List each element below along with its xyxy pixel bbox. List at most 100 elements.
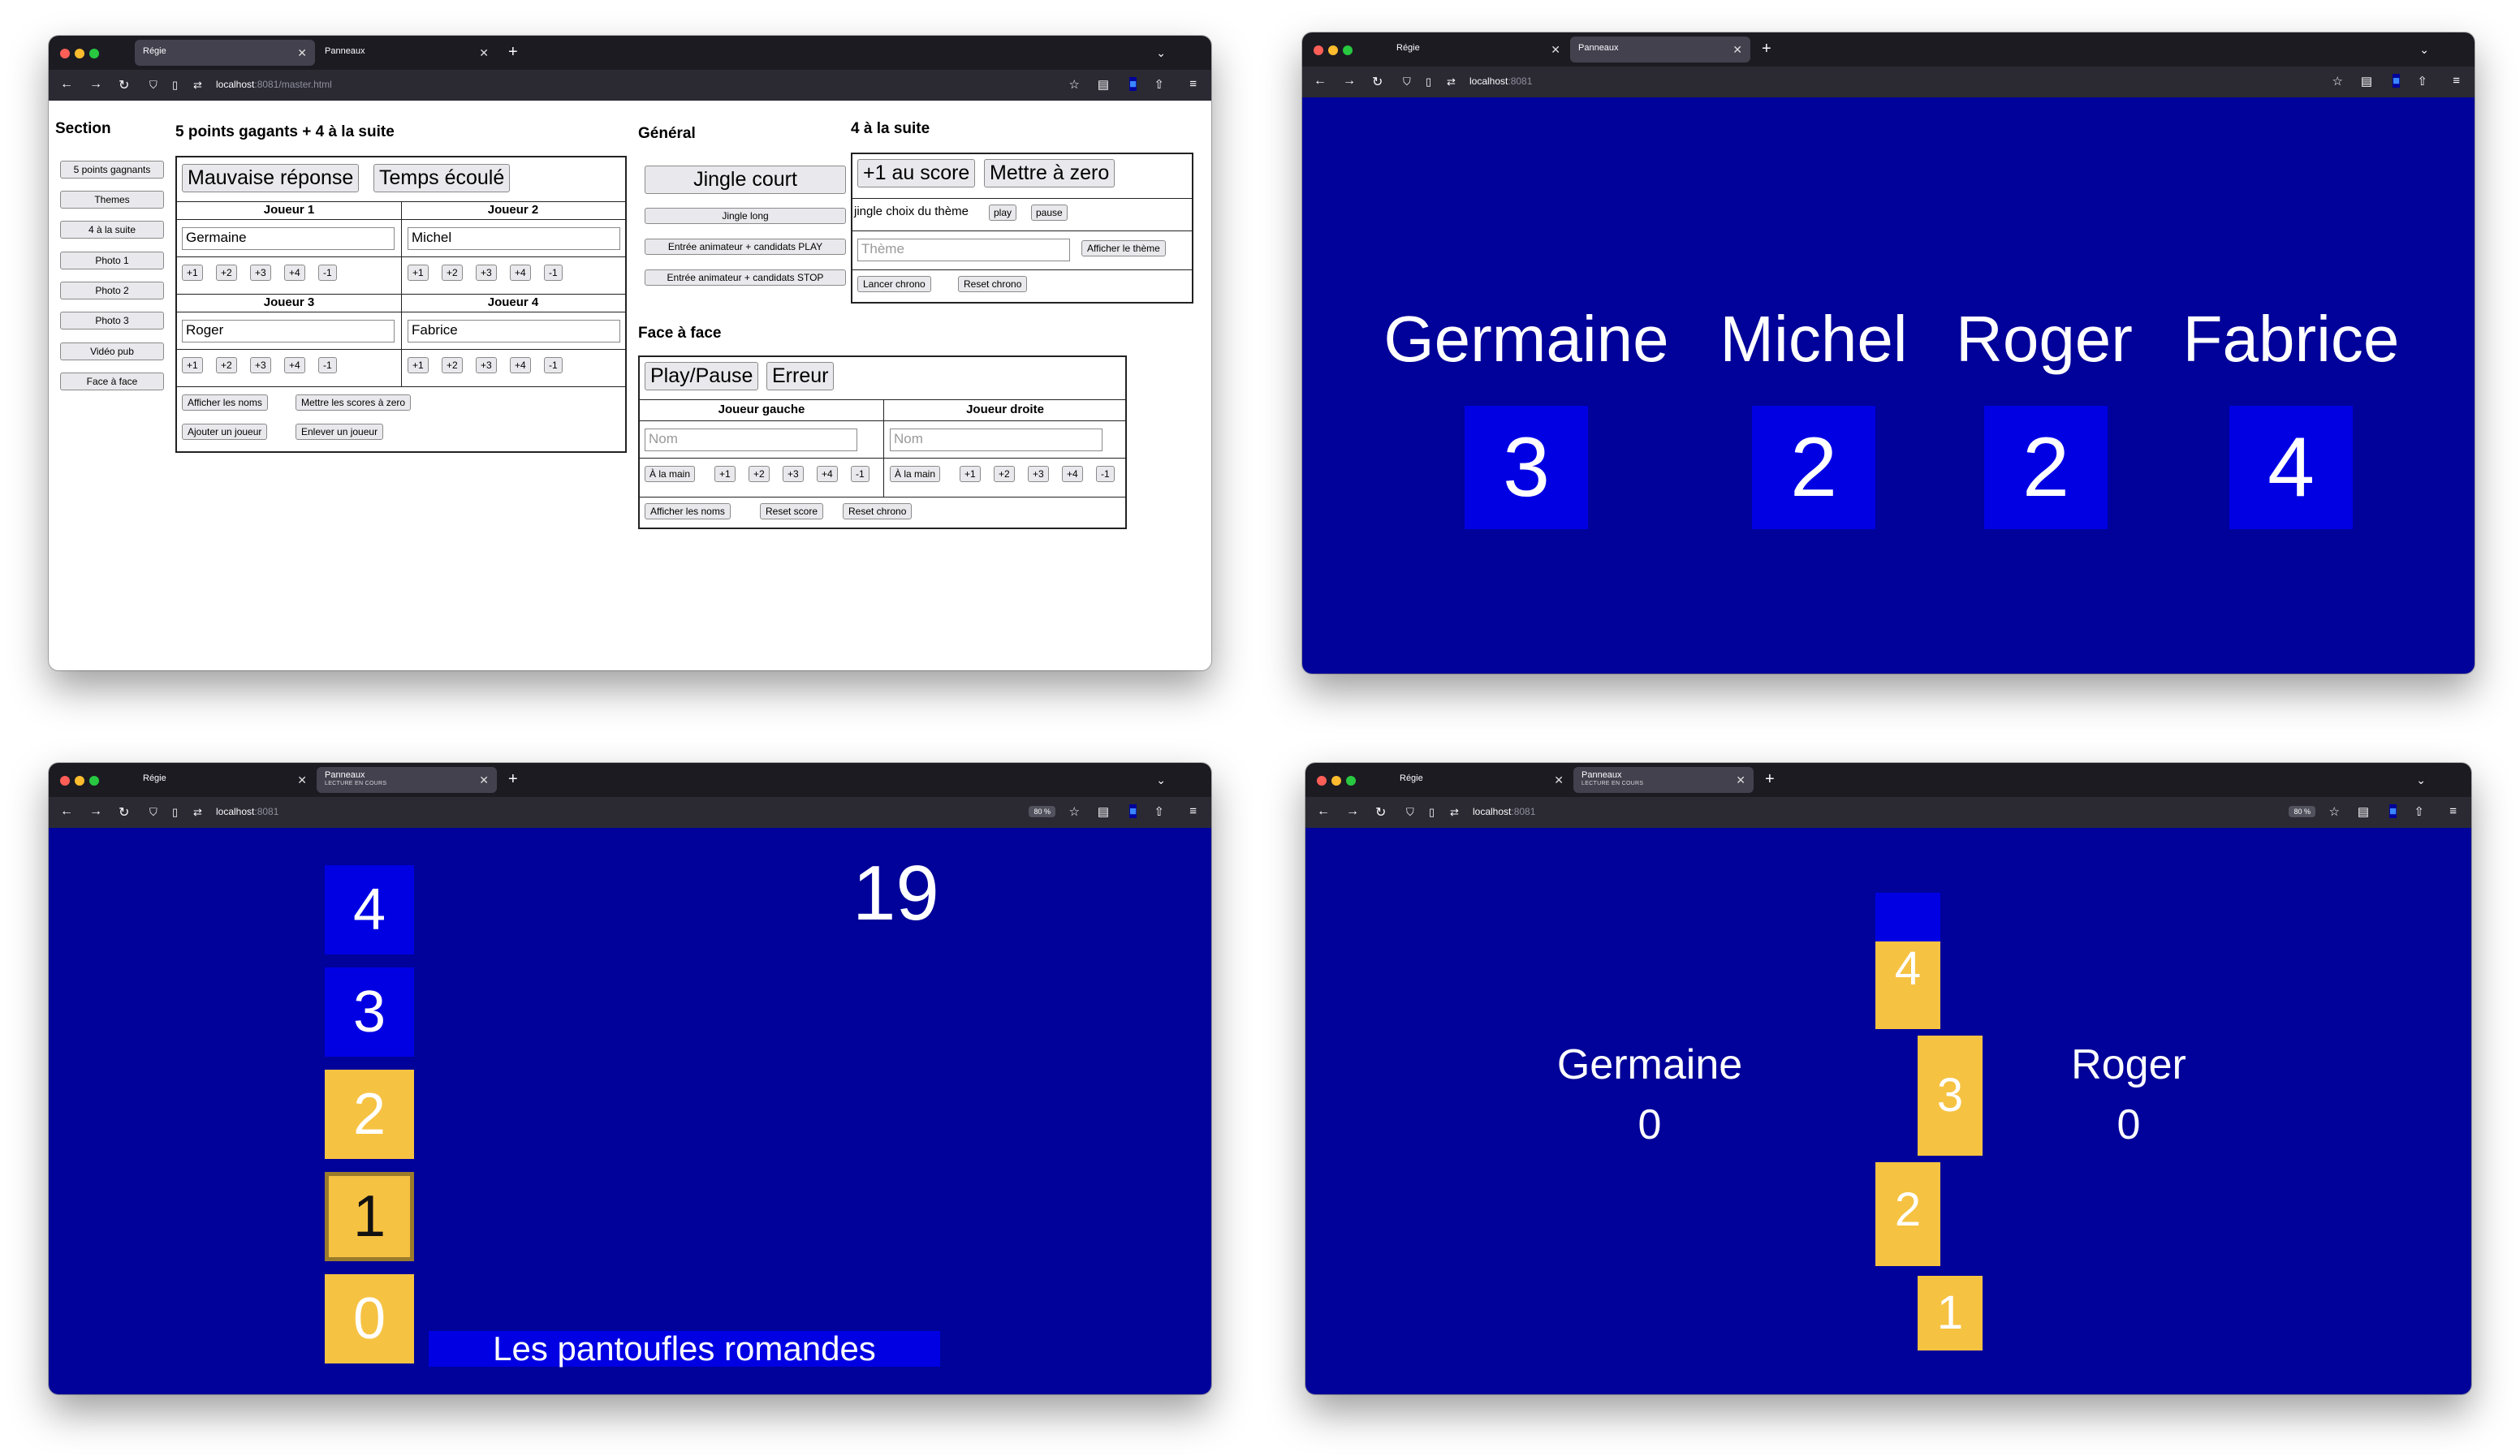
- shield-icon[interactable]: ⛉: [149, 806, 158, 819]
- plus-one-score-button[interactable]: +1 au score: [857, 159, 976, 187]
- permissions-icon[interactable]: ⇄: [1447, 75, 1456, 88]
- section-photo3-button[interactable]: Photo 3: [60, 312, 164, 330]
- share-icon[interactable]: ⇧: [1154, 77, 1164, 92]
- section-themes-button[interactable]: Themes: [60, 191, 164, 209]
- chevron-down-icon[interactable]: ⌄: [2419, 43, 2429, 57]
- new-tab-icon[interactable]: +: [508, 771, 518, 787]
- tab-panneaux[interactable]: Panneaux ✕: [1570, 37, 1750, 62]
- window-controls[interactable]: [60, 775, 104, 790]
- back-icon[interactable]: ←: [60, 804, 73, 819]
- left-plus2-button[interactable]: +2: [749, 466, 770, 482]
- page-icon[interactable]: ▯: [1429, 806, 1435, 819]
- section-photo2-button[interactable]: Photo 2: [60, 282, 164, 299]
- share-icon[interactable]: ⇧: [1154, 804, 1164, 819]
- add-player-button[interactable]: Ajouter un joueur: [182, 424, 268, 440]
- zoom-badge[interactable]: 80 %: [1029, 806, 1055, 817]
- new-tab-icon[interactable]: +: [508, 44, 518, 60]
- p1-plus4-button[interactable]: +4: [284, 265, 305, 281]
- menu-icon[interactable]: ≡: [2453, 74, 2460, 88]
- menu-icon[interactable]: ≡: [2449, 804, 2457, 818]
- tab-panneaux[interactable]: Panneaux ✕: [317, 40, 497, 66]
- p3-plus3-button[interactable]: +3: [250, 357, 271, 373]
- close-tab-icon[interactable]: ✕: [479, 46, 489, 60]
- share-icon[interactable]: ⇧: [2414, 804, 2424, 819]
- jingle-short-button[interactable]: Jingle court: [645, 166, 846, 194]
- reload-icon[interactable]: ↻: [1375, 804, 1386, 821]
- left-plus1-button[interactable]: +1: [714, 466, 736, 482]
- bookmark-star-icon[interactable]: ☆: [1069, 77, 1080, 92]
- url-bar[interactable]: localhost:8081: [1469, 75, 1532, 87]
- bookmark-star-icon[interactable]: ☆: [2332, 74, 2343, 88]
- back-icon[interactable]: ←: [1314, 74, 1327, 88]
- faf-reset-score-button[interactable]: Reset score: [760, 503, 824, 519]
- reader-icon[interactable]: ▤: [1098, 77, 1109, 92]
- left-plus3-button[interactable]: +3: [783, 466, 804, 482]
- p2-plus2-button[interactable]: +2: [442, 265, 463, 281]
- forward-icon[interactable]: →: [89, 804, 102, 819]
- shield-icon[interactable]: ⛉: [149, 79, 158, 92]
- faf-show-names-button[interactable]: Afficher les noms: [645, 503, 731, 519]
- right-minus1-button[interactable]: -1: [1096, 466, 1115, 482]
- page-icon[interactable]: ▯: [172, 806, 178, 819]
- forward-icon[interactable]: →: [1343, 74, 1356, 88]
- p1-plus1-button[interactable]: +1: [182, 265, 203, 281]
- tab-regie[interactable]: Régie ✕: [1392, 767, 1572, 793]
- wrong-answer-button[interactable]: Mauvaise réponse: [182, 164, 360, 192]
- p4-minus1-button[interactable]: -1: [544, 357, 563, 373]
- section-4-suite-button[interactable]: 4 à la suite: [60, 221, 164, 239]
- p3-plus2-button[interactable]: +2: [216, 357, 237, 373]
- entry-play-button[interactable]: Entrée animateur + candidats PLAY: [645, 239, 846, 255]
- theme-input[interactable]: Thème: [857, 239, 1070, 261]
- p4-plus4-button[interactable]: +4: [510, 357, 531, 373]
- forward-icon[interactable]: →: [1346, 804, 1359, 819]
- section-photo1-button[interactable]: Photo 1: [60, 252, 164, 269]
- reload-icon[interactable]: ↻: [1372, 74, 1383, 90]
- permissions-icon[interactable]: ⇄: [1450, 806, 1459, 819]
- tab-regie[interactable]: Régie ✕: [1388, 37, 1569, 62]
- remove-player-button[interactable]: Enlever un joueur: [296, 424, 384, 440]
- extension-icon[interactable]: ■: [2388, 804, 2397, 818]
- player3-name-input[interactable]: Roger: [182, 320, 395, 342]
- close-tab-icon[interactable]: ✕: [1554, 773, 1564, 787]
- jingle-pause-button[interactable]: pause: [1031, 205, 1068, 221]
- right-plus4-button[interactable]: +4: [1062, 466, 1083, 482]
- window-controls[interactable]: [1314, 45, 1357, 59]
- section-5-points-button[interactable]: 5 points gagnants: [60, 161, 164, 179]
- share-icon[interactable]: ⇧: [2417, 74, 2427, 88]
- reset-timer-button[interactable]: Reset chrono: [958, 276, 1028, 292]
- left-minus1-button[interactable]: -1: [851, 466, 869, 482]
- close-tab-icon[interactable]: ✕: [479, 773, 489, 787]
- tab-panneaux[interactable]: Panneaux LECTURE EN COURS ✕: [1573, 767, 1754, 793]
- p1-minus1-button[interactable]: -1: [318, 265, 337, 281]
- close-tab-icon[interactable]: ✕: [1551, 43, 1560, 57]
- error-button[interactable]: Erreur: [766, 362, 835, 390]
- tab-regie[interactable]: Régie ✕: [135, 767, 315, 793]
- left-plus4-button[interactable]: +4: [817, 466, 838, 482]
- show-names-button[interactable]: Afficher les noms: [182, 394, 268, 411]
- zoom-badge[interactable]: 80 %: [2289, 806, 2315, 817]
- reader-icon[interactable]: ▤: [1098, 804, 1109, 819]
- p3-plus1-button[interactable]: +1: [182, 357, 203, 373]
- section-face-a-face-button[interactable]: Face à face: [60, 373, 164, 390]
- url-bar[interactable]: localhost:8081: [1473, 806, 1535, 817]
- url-bar[interactable]: localhost:8081/master.html: [216, 79, 332, 90]
- reader-icon[interactable]: ▤: [2358, 804, 2369, 819]
- play-pause-button[interactable]: Play/Pause: [645, 362, 759, 390]
- left-name-input[interactable]: Nom: [645, 429, 857, 451]
- p2-minus1-button[interactable]: -1: [544, 265, 563, 281]
- new-tab-icon[interactable]: +: [1765, 771, 1775, 787]
- reset-zero-button[interactable]: Mettre à zero: [984, 159, 1115, 187]
- reload-icon[interactable]: ↻: [119, 77, 129, 93]
- p4-plus3-button[interactable]: +3: [476, 357, 497, 373]
- tab-panneaux[interactable]: Panneaux LECTURE EN COURS ✕: [317, 767, 497, 793]
- jingle-play-button[interactable]: play: [989, 205, 1017, 221]
- section-video-pub-button[interactable]: Vidéo pub: [60, 342, 164, 360]
- extension-icon[interactable]: ■: [1128, 804, 1137, 818]
- permissions-icon[interactable]: ⇄: [193, 806, 202, 819]
- new-tab-icon[interactable]: +: [1762, 41, 1771, 57]
- reload-icon[interactable]: ↻: [119, 804, 129, 821]
- chevron-down-icon[interactable]: ⌄: [1156, 46, 1166, 60]
- player1-name-input[interactable]: Germaine: [182, 227, 395, 250]
- close-tab-icon[interactable]: ✕: [297, 46, 307, 60]
- shield-icon[interactable]: ⛉: [1403, 75, 1411, 88]
